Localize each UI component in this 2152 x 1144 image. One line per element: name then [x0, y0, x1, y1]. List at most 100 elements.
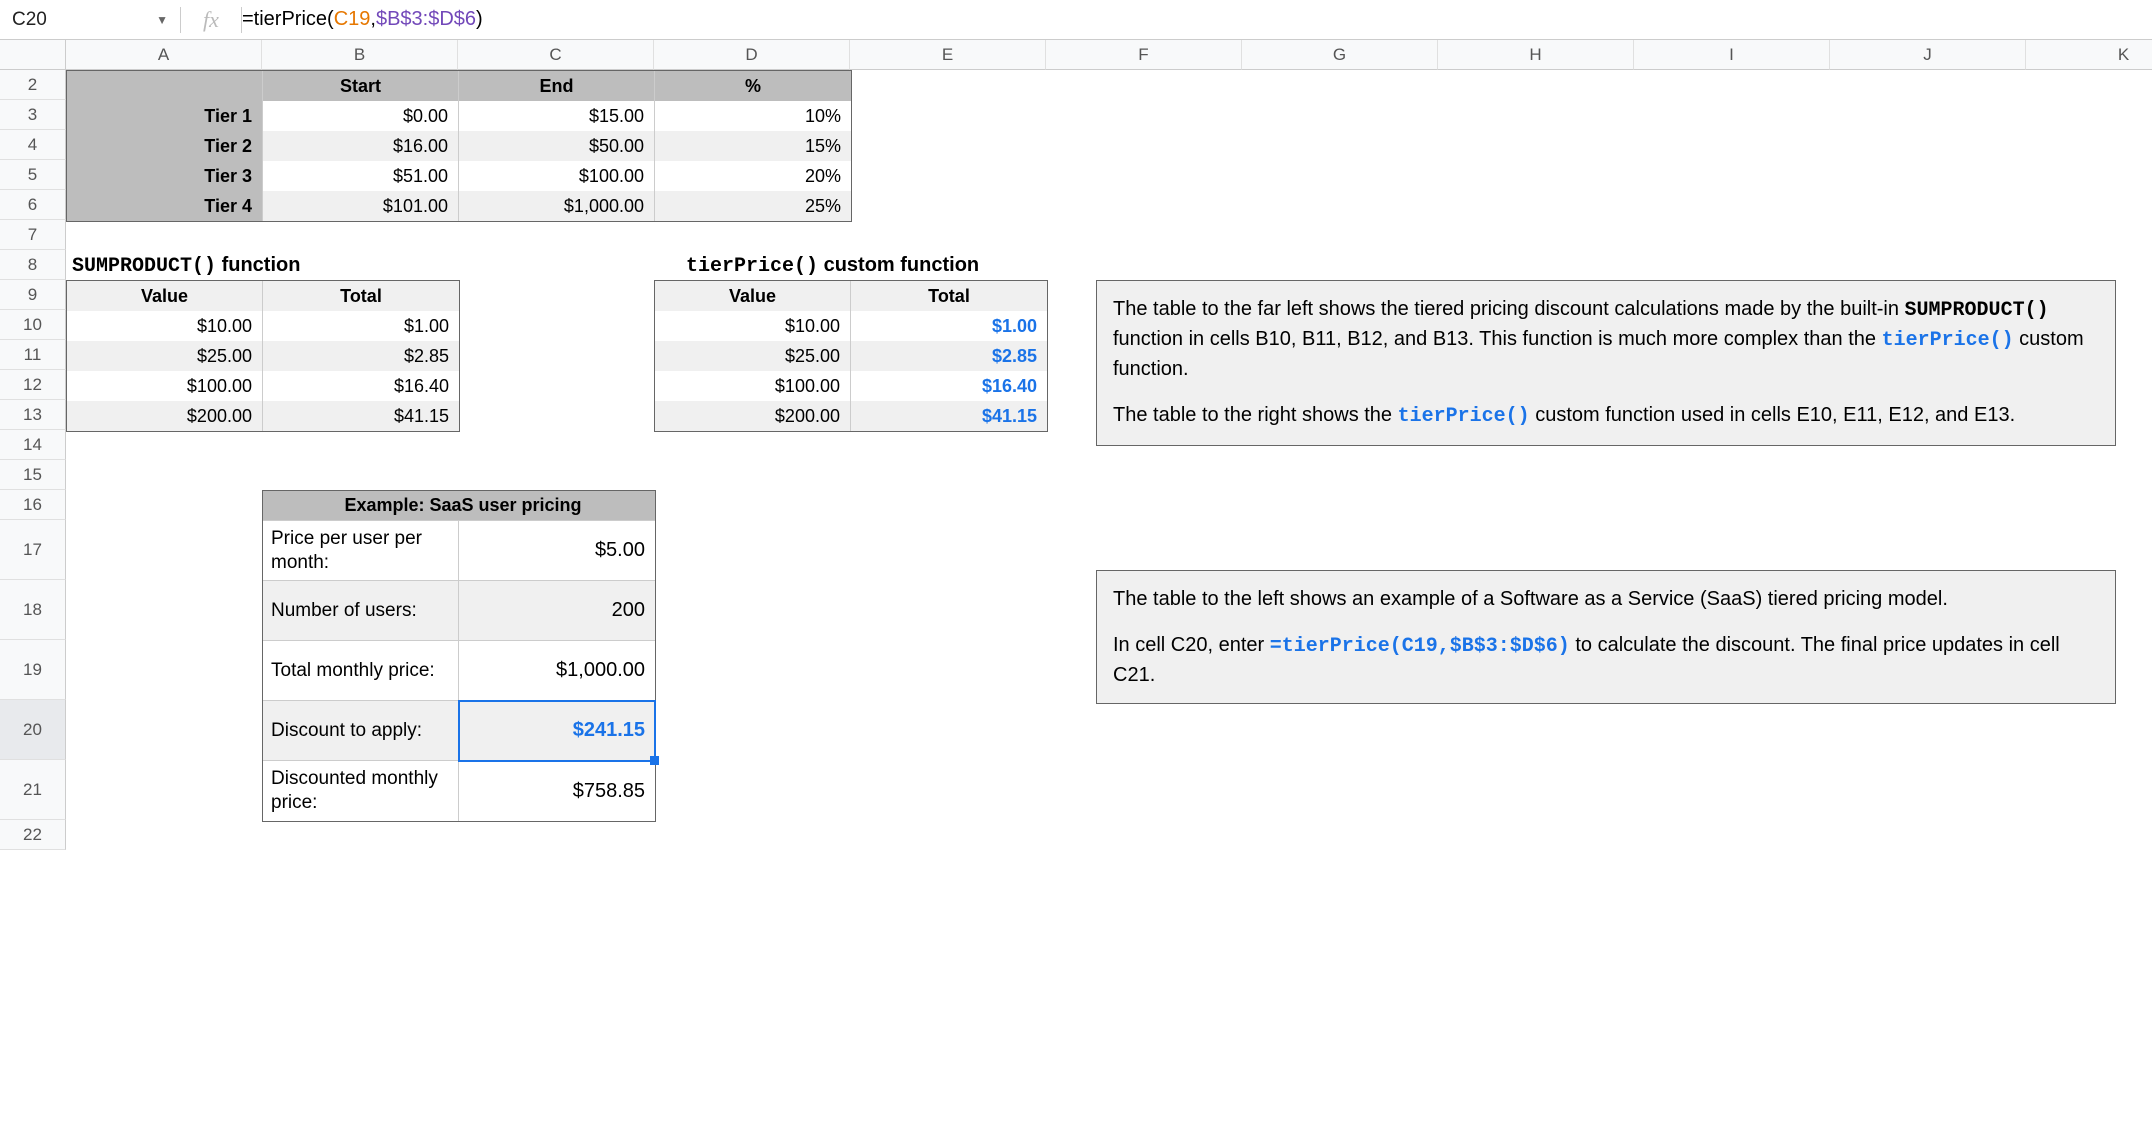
- fx-icon[interactable]: fx: [181, 7, 241, 33]
- info-box-2: The table to the left shows an example o…: [1096, 570, 2116, 704]
- tier-table-header[interactable]: End: [459, 71, 655, 101]
- tier-table-header[interactable]: Start: [263, 71, 459, 101]
- table-header[interactable]: Value: [67, 281, 263, 311]
- col-header-E[interactable]: E: [850, 40, 1046, 70]
- row-header[interactable]: 22: [0, 820, 66, 850]
- col-header-B[interactable]: B: [262, 40, 458, 70]
- row-header[interactable]: 9: [0, 280, 66, 310]
- row-header[interactable]: 4: [0, 130, 66, 160]
- value-cell[interactable]: $10.00: [655, 311, 851, 341]
- value-cell[interactable]: $25.00: [67, 341, 263, 371]
- tier-pct[interactable]: 15%: [655, 131, 851, 161]
- saas-label[interactable]: Discount to apply:: [263, 701, 459, 761]
- row-header[interactable]: 14: [0, 430, 66, 460]
- sumproduct-heading: SUMPRODUCT() function: [72, 254, 300, 278]
- row-header[interactable]: 5: [0, 160, 66, 190]
- heading-text: function: [216, 254, 300, 276]
- formula-input[interactable]: =tierPrice(C19,$B$3:$D$6): [242, 0, 2152, 39]
- row-header[interactable]: 8: [0, 250, 66, 280]
- saas-value[interactable]: $1,000.00: [459, 641, 655, 701]
- total-cell[interactable]: $16.40: [851, 371, 1047, 401]
- row-header[interactable]: 2: [0, 70, 66, 100]
- info-text: The table to the left shows an example o…: [1113, 585, 2099, 613]
- total-cell[interactable]: $2.85: [851, 341, 1047, 371]
- col-header-G[interactable]: G: [1242, 40, 1438, 70]
- col-header-D[interactable]: D: [654, 40, 850, 70]
- saas-value-selected[interactable]: $241.15: [459, 701, 655, 761]
- total-cell[interactable]: $2.85: [263, 341, 459, 371]
- tier-label[interactable]: Tier 2: [67, 131, 263, 161]
- value-cell[interactable]: $100.00: [655, 371, 851, 401]
- row-header[interactable]: 11: [0, 340, 66, 370]
- col-header-H[interactable]: H: [1438, 40, 1634, 70]
- tier-start[interactable]: $16.00: [263, 131, 459, 161]
- tier-pct[interactable]: 20%: [655, 161, 851, 191]
- tier-pct[interactable]: 25%: [655, 191, 851, 221]
- tier-table-corner[interactable]: [67, 71, 263, 101]
- tier-start[interactable]: $51.00: [263, 161, 459, 191]
- col-header-K[interactable]: K: [2026, 40, 2152, 70]
- formula-part: =tierPrice(: [242, 8, 334, 31]
- tier-start[interactable]: $101.00: [263, 191, 459, 221]
- row-header[interactable]: 10: [0, 310, 66, 340]
- heading-mono: SUMPRODUCT(): [72, 255, 216, 278]
- info-text: The table to the right shows the tierPri…: [1113, 401, 2099, 431]
- saas-label[interactable]: Price per user per month:: [263, 521, 459, 581]
- col-header-A[interactable]: A: [66, 40, 262, 70]
- saas-table: Example: SaaS user pricing Price per use…: [262, 490, 656, 822]
- table-header[interactable]: Total: [851, 281, 1047, 311]
- total-cell[interactable]: $41.15: [263, 401, 459, 431]
- col-header-I[interactable]: I: [1634, 40, 1830, 70]
- row-header[interactable]: 18: [0, 580, 66, 640]
- info-text: The table to the far left shows the tier…: [1113, 295, 2099, 383]
- saas-value[interactable]: 200: [459, 581, 655, 641]
- tier-label[interactable]: Tier 1: [67, 101, 263, 131]
- saas-label[interactable]: Total monthly price:: [263, 641, 459, 701]
- row-header[interactable]: 17: [0, 520, 66, 580]
- value-cell[interactable]: $200.00: [655, 401, 851, 431]
- row-header[interactable]: 21: [0, 760, 66, 820]
- saas-title[interactable]: Example: SaaS user pricing: [263, 491, 655, 521]
- total-cell[interactable]: $16.40: [263, 371, 459, 401]
- total-cell[interactable]: $41.15: [851, 401, 1047, 431]
- tier-end[interactable]: $1,000.00: [459, 191, 655, 221]
- name-box[interactable]: C20 ▼: [0, 0, 180, 39]
- total-cell[interactable]: $1.00: [263, 311, 459, 341]
- saas-label[interactable]: Number of users:: [263, 581, 459, 641]
- sheet-grid[interactable]: A B C D E F G H I J K 2 3 4 5 6 7 8 9 10…: [0, 40, 2152, 850]
- row-header[interactable]: 15: [0, 460, 66, 490]
- table-header[interactable]: Value: [655, 281, 851, 311]
- tier-label[interactable]: Tier 4: [67, 191, 263, 221]
- row-header[interactable]: 19: [0, 640, 66, 700]
- row-header[interactable]: 6: [0, 190, 66, 220]
- col-header-J[interactable]: J: [1830, 40, 2026, 70]
- row-header[interactable]: 16: [0, 490, 66, 520]
- tier-pct[interactable]: 10%: [655, 101, 851, 131]
- tierprice-heading: tierPrice() custom function: [686, 254, 979, 278]
- saas-value[interactable]: $758.85: [459, 761, 655, 821]
- tier-label[interactable]: Tier 3: [67, 161, 263, 191]
- value-cell[interactable]: $10.00: [67, 311, 263, 341]
- table-header[interactable]: Total: [263, 281, 459, 311]
- saas-value[interactable]: $5.00: [459, 521, 655, 581]
- row-header[interactable]: 20: [0, 700, 66, 760]
- col-header-C[interactable]: C: [458, 40, 654, 70]
- value-cell[interactable]: $25.00: [655, 341, 851, 371]
- row-header[interactable]: 12: [0, 370, 66, 400]
- row-header[interactable]: 13: [0, 400, 66, 430]
- tier-end[interactable]: $15.00: [459, 101, 655, 131]
- value-cell[interactable]: $100.00: [67, 371, 263, 401]
- sumproduct-table: Value Total $10.00$1.00 $25.00$2.85 $100…: [66, 280, 460, 432]
- total-cell[interactable]: $1.00: [851, 311, 1047, 341]
- tier-end[interactable]: $100.00: [459, 161, 655, 191]
- tier-start[interactable]: $0.00: [263, 101, 459, 131]
- select-all-corner[interactable]: [0, 40, 66, 70]
- name-box-dropdown-icon[interactable]: ▼: [156, 13, 168, 27]
- tier-table-header[interactable]: %: [655, 71, 851, 101]
- saas-label[interactable]: Discounted monthly price:: [263, 761, 459, 821]
- value-cell[interactable]: $200.00: [67, 401, 263, 431]
- col-header-F[interactable]: F: [1046, 40, 1242, 70]
- row-header[interactable]: 7: [0, 220, 66, 250]
- row-header[interactable]: 3: [0, 100, 66, 130]
- tier-end[interactable]: $50.00: [459, 131, 655, 161]
